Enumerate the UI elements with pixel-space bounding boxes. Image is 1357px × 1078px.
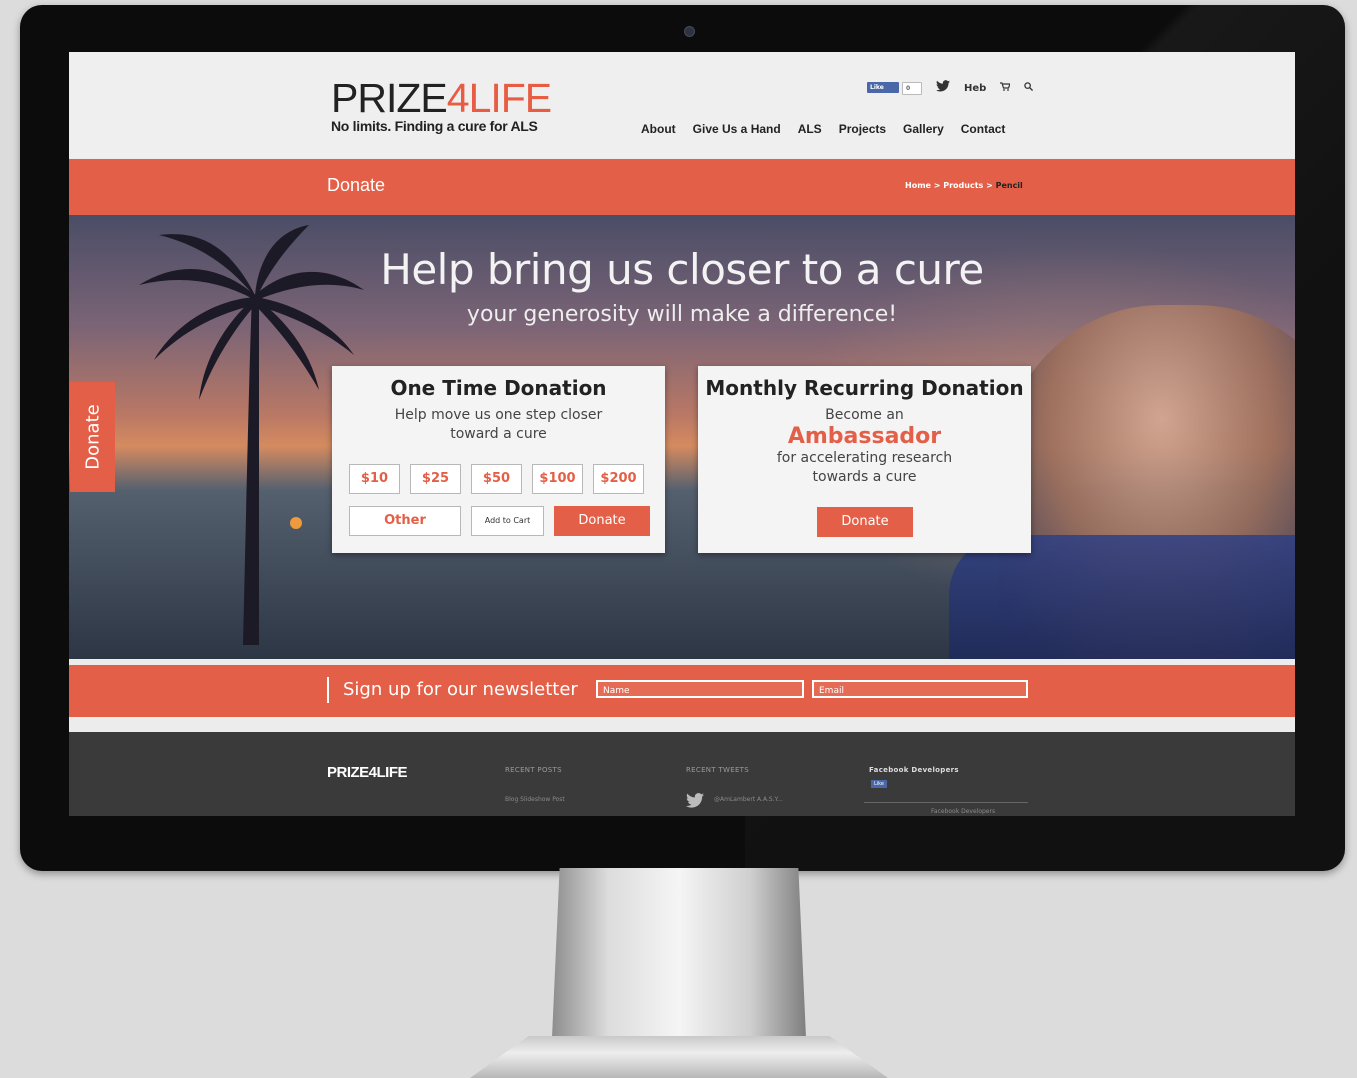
- hero-person-shirt: [949, 535, 1295, 659]
- recent-posts-heading: RECENT POSTS: [505, 766, 562, 774]
- fb-like-count: 0: [902, 81, 922, 95]
- page-title: Donate: [327, 175, 386, 195]
- monitor-stand: [552, 868, 806, 1038]
- recent-post-link[interactable]: Blog Slideshow Post: [505, 796, 565, 803]
- site-footer: PRIZE4LIFE RECENT POSTS Blog Slideshow P…: [69, 732, 1295, 816]
- breadcrumb-separator: >: [983, 181, 996, 190]
- main-nav: About Give Us a Hand ALS Projects Galler…: [641, 122, 1005, 136]
- card-text: towards a cure: [812, 469, 917, 485]
- nav-item-gallery[interactable]: Gallery: [903, 122, 944, 136]
- hero-headline: Help bring us closer to a cure: [380, 245, 984, 294]
- newsletter-email-input[interactable]: Email: [812, 680, 1028, 698]
- amount-button-200[interactable]: $200: [593, 464, 644, 494]
- divider: [327, 677, 329, 703]
- site-header: PRIZE4LIFE No limits. Finding a cure for…: [69, 52, 1295, 158]
- nav-item-give-us-a-hand[interactable]: Give Us a Hand: [693, 122, 781, 136]
- monitor-frame: PRIZE4LIFE No limits. Finding a cure for…: [20, 5, 1345, 871]
- amount-button-100[interactable]: $100: [532, 464, 583, 494]
- footer-logo[interactable]: PRIZE4LIFE: [327, 764, 408, 781]
- amount-button-50[interactable]: $50: [471, 464, 522, 494]
- breadcrumb-separator: >: [930, 181, 944, 190]
- twitter-icon[interactable]: [936, 80, 950, 96]
- newsletter-name-input[interactable]: Name: [596, 680, 804, 698]
- nav-item-about[interactable]: About: [641, 122, 676, 136]
- card-title: One Time Donation: [390, 376, 607, 400]
- breadcrumb: Home > Products > Pencil: [905, 181, 1023, 190]
- other-amount-input[interactable]: Other: [349, 506, 461, 536]
- facebook-widget-title: Facebook Developers: [869, 766, 959, 774]
- language-switch[interactable]: Heb: [964, 83, 986, 94]
- nav-item-contact[interactable]: Contact: [961, 122, 1006, 136]
- one-time-donation-card: One Time Donation Help move us one step …: [332, 366, 665, 553]
- camera-icon: [684, 26, 695, 37]
- breadcrumb-home[interactable]: Home: [905, 181, 931, 190]
- one-time-donate-button[interactable]: Donate: [554, 506, 650, 536]
- search-icon[interactable]: [1024, 82, 1034, 94]
- card-text: Become an: [825, 407, 904, 423]
- breadcrumb-current: Pencil: [995, 181, 1023, 190]
- nav-item-projects[interactable]: Projects: [839, 122, 886, 136]
- newsletter-bar: Sign up for our newsletter Name Email: [69, 665, 1295, 717]
- amount-button-10[interactable]: $10: [349, 464, 400, 494]
- tweet-text[interactable]: @AmLambert A.A.S.Y...: [714, 795, 844, 804]
- hero-banner: Help bring us closer to a cure your gene…: [69, 215, 1295, 659]
- breadcrumb-products[interactable]: Products: [943, 181, 983, 190]
- nav-item-als[interactable]: ALS: [798, 122, 822, 136]
- divider: [864, 802, 1028, 803]
- card-text: for accelerating research: [776, 450, 953, 466]
- card-subtitle: Help move us one step closer: [394, 407, 603, 423]
- recent-tweets-heading: RECENT TWEETS: [686, 766, 749, 774]
- card-title: Monthly Recurring Donation: [705, 376, 1024, 400]
- facebook-widget-footer[interactable]: Facebook Developers: [931, 808, 995, 815]
- donation-actions: Other Add to Cart Donate: [349, 506, 650, 536]
- newsletter-label: Sign up for our newsletter: [343, 679, 578, 700]
- cart-icon[interactable]: [1000, 82, 1012, 94]
- utility-bar: Like 0 Heb: [867, 80, 1034, 96]
- monitor-stand-base: [470, 1036, 888, 1078]
- monthly-donation-card: Monthly Recurring Donation Become an Amb…: [698, 366, 1031, 553]
- add-to-cart-button[interactable]: Add to Cart: [471, 506, 544, 536]
- page-title-bar: Donate Home > Products > Pencil: [69, 159, 1295, 215]
- hero-subheadline: your generosity will make a difference!: [466, 302, 898, 327]
- card-subtitle: toward a cure: [450, 426, 547, 442]
- logo-wordmark: PRIZE4LIFE: [331, 75, 552, 121]
- facebook-like-button[interactable]: Like: [871, 780, 887, 788]
- fb-like-label: Like: [867, 81, 899, 93]
- twitter-icon: [686, 793, 704, 812]
- facebook-like-button[interactable]: Like 0: [867, 81, 922, 95]
- amount-button-25[interactable]: $25: [410, 464, 461, 494]
- amount-options: $10 $25 $50 $100 $200: [349, 464, 644, 494]
- monthly-donate-button[interactable]: Donate: [817, 507, 913, 537]
- browser-viewport: PRIZE4LIFE No limits. Finding a cure for…: [69, 52, 1295, 816]
- site-logo[interactable]: PRIZE4LIFE No limits. Finding a cure for…: [331, 75, 552, 135]
- tagline: No limits. Finding a cure for ALS: [331, 118, 538, 134]
- side-donate-label: Donate: [82, 404, 103, 470]
- ambassador-highlight: Ambassador: [787, 424, 942, 449]
- side-donate-tab[interactable]: Donate: [70, 382, 115, 492]
